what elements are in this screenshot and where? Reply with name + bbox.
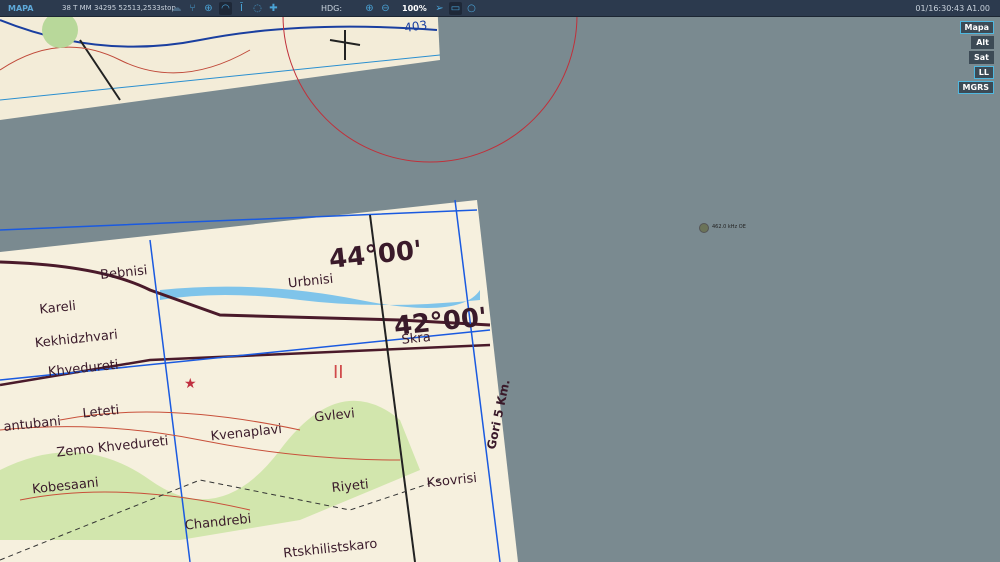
zoom-out-icon[interactable]: ⊖ xyxy=(379,2,392,15)
alt-button[interactable]: Alt xyxy=(971,36,994,49)
wifi-icon[interactable]: ◠ xyxy=(219,2,232,15)
map-canvas[interactable]: 403 Bebnisi Kareli Urbnisi Kekhidzhvari … xyxy=(0,0,1000,562)
mgrs-button[interactable]: MGRS xyxy=(957,81,994,94)
circle-icon[interactable]: ○ xyxy=(465,2,478,15)
grid-label: II xyxy=(333,362,344,383)
heading-label: HDG: xyxy=(321,3,343,13)
zoom-in-icon[interactable]: ⊕ xyxy=(363,2,376,15)
cursor-coordinates: 38 T MM 34295 52513,2533stop xyxy=(62,4,176,12)
ll-button[interactable]: LL xyxy=(973,66,994,79)
ndb-beacon-icon[interactable] xyxy=(699,223,709,233)
mapa-button[interactable]: Mapa xyxy=(959,21,994,34)
app-name: MAPA xyxy=(8,3,34,13)
top-toolbar: MAPA 38 T MM 34295 52513,2533stop ☁ ⑂ ⊕ … xyxy=(0,0,1000,17)
navigate-icon[interactable]: ➢ xyxy=(433,2,446,15)
map-tile-main: Bebnisi Kareli Urbnisi Kekhidzhvari Khve… xyxy=(0,199,518,562)
tower-icon[interactable]: Ī xyxy=(235,2,248,15)
ndb-label: 462.0 kHz OE xyxy=(712,224,746,230)
zoom-level: 100% xyxy=(402,3,427,13)
crosshair-icon[interactable]: ⊕ xyxy=(202,2,215,15)
sat-button[interactable]: Sat xyxy=(969,51,994,64)
star-marker-icon: ★ xyxy=(184,376,197,392)
measure-icon[interactable]: ▭ xyxy=(449,2,462,15)
clock: 01/16:30:43 A1.00 xyxy=(915,3,990,13)
cloud-icon[interactable]: ☁ xyxy=(170,2,183,15)
waypoint-network-icon[interactable]: ⑂ xyxy=(186,2,199,15)
map-tile-top: 403 xyxy=(0,0,441,120)
move-icon[interactable]: ✚ xyxy=(267,2,280,15)
chat-icon[interactable]: ◌ xyxy=(251,2,264,15)
